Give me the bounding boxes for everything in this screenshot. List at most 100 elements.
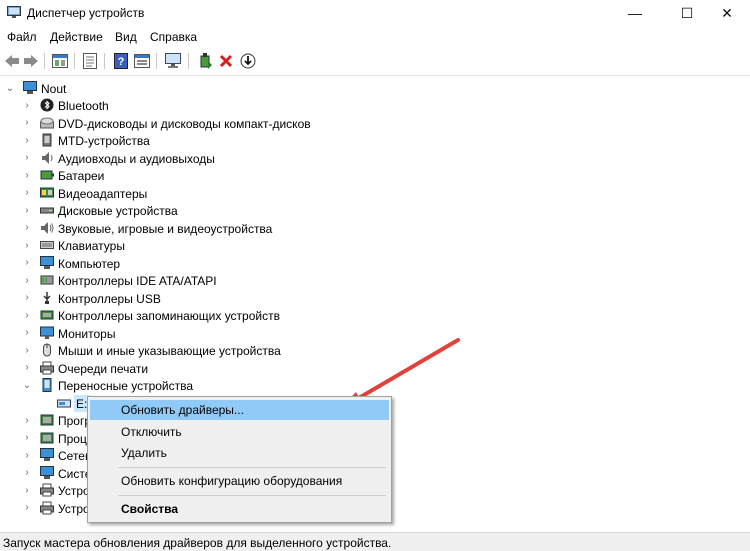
update-drivers-label: Обновить драйверы... [121, 403, 244, 417]
collapsed-chevron-icon[interactable]: › [22, 432, 32, 443]
tree-item-label: Контроллеры IDE ATA/ATAPI [58, 274, 217, 288]
tree-item-label: MTD-устройства [58, 134, 150, 148]
collapsed-chevron-icon[interactable]: › [22, 502, 32, 513]
collapsed-chevron-icon[interactable]: › [22, 205, 32, 216]
collapsed-chevron-icon[interactable]: › [22, 257, 32, 268]
remove-label: Удалить [121, 446, 167, 460]
tree-item[interactable]: › Мониторы [0, 325, 750, 342]
tree-item-label: DVD-дисководы и дисководы компакт-дисков [58, 116, 311, 131]
tree-item[interactable]: › DVD-дисководы и дисководы компакт-диско… [0, 115, 750, 132]
tree-item[interactable]: › Контроллеры запоминающих устройств [0, 307, 750, 324]
enable-device-icon[interactable] [239, 52, 257, 70]
tree-item-label: Видеоадаптеры [58, 186, 148, 201]
update-drivers-item[interactable]: Обновить драйверы... [90, 400, 389, 420]
collapsed-chevron-icon[interactable]: › [22, 240, 32, 251]
collapsed-chevron-icon[interactable]: › [22, 345, 32, 356]
tree-item[interactable]: › Клавиатуры [0, 237, 750, 254]
disable-label: Отключить [121, 425, 182, 439]
collapsed-chevron-icon[interactable]: › [22, 187, 32, 198]
tree-item[interactable]: › Очереди печати [0, 360, 750, 377]
expanded-chevron-icon[interactable]: ⌄ [5, 83, 15, 94]
update-driver-icon[interactable] [196, 52, 214, 70]
title-bar: Диспетчер устройств — ☐ ✕ [0, 0, 750, 26]
dvd-drive-icon [40, 117, 54, 128]
tree-item[interactable]: ⌄ Переносные устройства [0, 377, 750, 394]
tree-item[interactable]: › Батареи [0, 167, 750, 184]
tree-item-label: Мыши и иные указывающие устройства [58, 344, 281, 358]
collapsed-chevron-icon[interactable]: › [22, 327, 32, 338]
tree-item-label: Очереди печати [58, 361, 149, 376]
collapsed-chevron-icon[interactable]: › [22, 485, 32, 496]
collapsed-chevron-icon[interactable]: › [22, 135, 32, 146]
tree-item-label: Nout [41, 82, 67, 96]
tree-item[interactable]: › Звуковые, игровые и видеоустройства [0, 220, 750, 237]
show-hide-tree-icon[interactable] [51, 52, 69, 70]
keyboard-icon [40, 241, 54, 249]
status-text: Запуск мастера обновления драйверов для … [3, 536, 392, 550]
menu-file[interactable]: Файл [7, 30, 37, 44]
storage-controller-icon [40, 310, 54, 320]
forward-icon[interactable] [22, 52, 40, 70]
tree-item[interactable]: › Компьютер [0, 255, 750, 272]
menu-separator [118, 495, 386, 496]
usb-icon [43, 291, 51, 304]
back-icon[interactable] [3, 52, 21, 70]
collapsed-chevron-icon[interactable]: › [22, 415, 32, 426]
menu-action[interactable]: Действие [50, 30, 103, 44]
disable-item[interactable]: Отключить [90, 422, 389, 442]
collapsed-chevron-icon[interactable]: › [22, 467, 32, 478]
tree-item-label: Bluetooth [58, 99, 109, 113]
tree-item[interactable]: › Контроллеры IDE ATA/ATAPI [0, 272, 750, 289]
portable-device-icon [42, 378, 52, 392]
menu-view[interactable]: Вид [115, 30, 137, 44]
tree-item[interactable]: › Дисковые устройства [0, 202, 750, 219]
view-icon[interactable] [133, 52, 151, 70]
sound-icon [41, 221, 54, 234]
printer-icon [40, 501, 54, 514]
tree-root[interactable]: ⌄ Nout [0, 80, 750, 97]
collapsed-chevron-icon[interactable]: › [22, 152, 32, 163]
tree-item-label: Устро [58, 484, 90, 498]
collapsed-chevron-icon[interactable]: › [22, 117, 32, 128]
svg-text:?: ? [118, 56, 125, 68]
properties-item[interactable]: Свойства [90, 499, 389, 519]
collapsed-chevron-icon[interactable]: › [22, 170, 32, 181]
ide-controller-icon [40, 275, 54, 285]
scan-hardware-icon[interactable] [164, 52, 182, 70]
expanded-chevron-icon[interactable]: ⌄ [22, 380, 32, 391]
collapsed-chevron-icon[interactable]: › [22, 450, 32, 461]
help-icon[interactable]: ? [112, 52, 130, 70]
computer-icon [40, 465, 54, 479]
collapsed-chevron-icon[interactable]: › [22, 362, 32, 373]
menu-help[interactable]: Справка [150, 30, 197, 44]
close-button[interactable]: ✕ [704, 0, 750, 26]
device-manager-icon [7, 6, 21, 18]
tree-item[interactable]: › Видеоадаптеры [0, 185, 750, 202]
computer-icon [40, 255, 54, 269]
mouse-icon [43, 343, 51, 357]
tree-item-label: Устро [58, 501, 90, 516]
minimize-button[interactable]: — [612, 0, 658, 26]
collapsed-chevron-icon[interactable]: › [22, 310, 32, 321]
tree-item-label: Звуковые, игровые и видеоустройства [58, 221, 273, 236]
collapsed-chevron-icon[interactable]: › [22, 222, 32, 233]
tree-item[interactable]: › Bluetooth [0, 97, 750, 114]
tree-item-label: Контроллеры USB [58, 291, 161, 306]
remove-item[interactable]: Удалить [90, 443, 389, 463]
scan-hardware-item[interactable]: Обновить конфигурацию оборудования [90, 471, 389, 491]
tree-item-label: Проц [58, 431, 87, 446]
uninstall-icon[interactable] [217, 52, 235, 70]
tree-item-label: Батареи [58, 169, 105, 183]
printer-icon [40, 361, 54, 374]
tree-item[interactable]: › Контроллеры USB [0, 290, 750, 307]
menu-separator [118, 467, 386, 468]
tree-item[interactable]: › Мыши и иные указывающие устройства [0, 342, 750, 359]
collapsed-chevron-icon[interactable]: › [22, 100, 32, 111]
tree-item[interactable]: › Аудиовходы и аудиовыходы [0, 150, 750, 167]
properties-icon[interactable] [81, 52, 99, 70]
collapsed-chevron-icon[interactable]: › [22, 292, 32, 303]
printer-icon [40, 483, 54, 497]
collapsed-chevron-icon[interactable]: › [22, 275, 32, 286]
drive-icon [57, 399, 71, 407]
tree-item[interactable]: › MTD-устройства [0, 132, 750, 149]
